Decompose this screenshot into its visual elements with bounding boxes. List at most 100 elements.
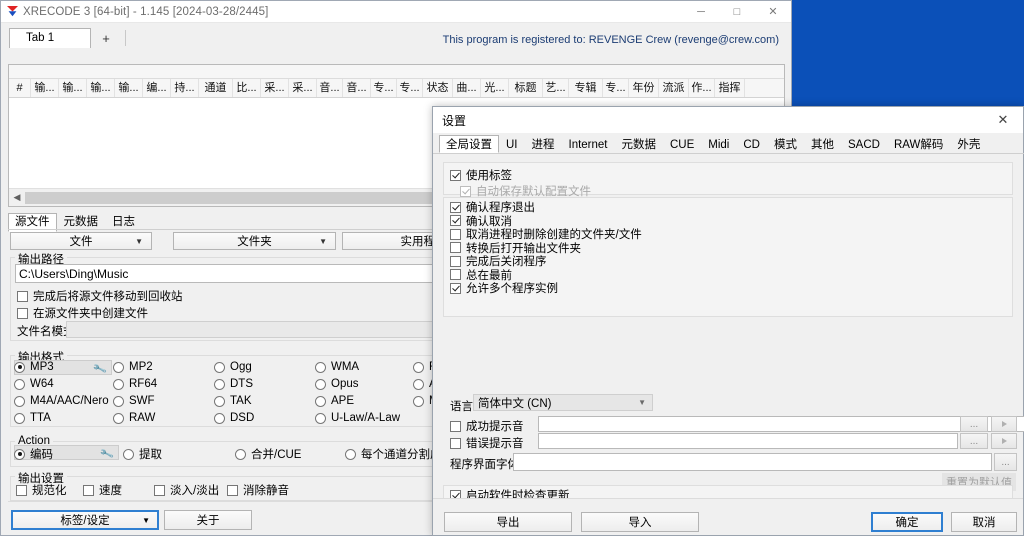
grid-column-header[interactable]: 采... (261, 79, 289, 97)
error-sound-play-button[interactable] (991, 433, 1017, 449)
grid-column-header[interactable]: 流派 (659, 79, 689, 97)
checkbox-outset-1[interactable]: 速度 (83, 482, 122, 498)
grid-column-header[interactable]: 输... (115, 79, 143, 97)
import-button[interactable]: 导入 (581, 512, 699, 532)
about-button[interactable]: 关于 (164, 510, 252, 530)
radio-format-ogg[interactable]: Ogg (214, 361, 252, 373)
checkbox-success-sound[interactable]: 成功提示音 (450, 418, 524, 434)
radio-format-dsd[interactable]: DSD (214, 412, 254, 424)
settings-tab-Internet[interactable]: Internet (562, 135, 615, 153)
grid-column-header[interactable]: 输... (87, 79, 115, 97)
grid-column-header[interactable]: # (9, 79, 31, 97)
settings-tab-RAW解码[interactable]: RAW解码 (887, 135, 950, 153)
language-select[interactable]: 简体中文 (CN) ▼ (473, 394, 653, 411)
close-button[interactable]: ✕ (755, 1, 791, 22)
source-button-1[interactable]: 文件夹▼ (173, 232, 336, 250)
source-button-0[interactable]: 文件▼ (10, 232, 152, 250)
checkbox-box (17, 291, 28, 302)
radio-format-rf64[interactable]: RF64 (113, 378, 157, 390)
success-sound-browse-button[interactable]: ... (960, 416, 988, 432)
grid-top-strip (9, 65, 784, 79)
grid-column-header[interactable]: 光... (481, 79, 509, 97)
wrench-icon[interactable]: 🔧 (99, 447, 114, 462)
add-tab-button[interactable]: + (91, 29, 121, 48)
tab-1[interactable]: Tab 1 (9, 28, 91, 48)
radio-format-opus[interactable]: Opus (315, 378, 359, 390)
grid-column-header[interactable]: 状态 (423, 79, 453, 97)
checkbox-error-sound[interactable]: 错误提示音 (450, 435, 524, 451)
radio-format-mp2[interactable]: MP2 (113, 361, 153, 373)
maximize-button[interactable]: □ (719, 1, 755, 22)
grid-column-header[interactable]: 通道 (199, 79, 233, 97)
tags-settings-button[interactable]: 标签/设定 ▼ (11, 510, 159, 530)
export-button[interactable]: 导出 (444, 512, 572, 532)
radio-format-raw[interactable]: RAW (113, 412, 155, 424)
grid-column-header[interactable]: 标题 (509, 79, 543, 97)
error-sound-input[interactable] (538, 433, 958, 449)
checkbox-box (450, 438, 461, 449)
grid-column-header[interactable]: 音... (317, 79, 343, 97)
grid-column-header[interactable]: 输... (31, 79, 59, 97)
checkbox-move-source-to-recycle[interactable]: 完成后将源文件移动到回收站 (17, 288, 183, 304)
checkbox-label: 速度 (99, 482, 122, 498)
settings-tab-外壳[interactable]: 外壳 (950, 135, 987, 153)
radio-format-tta[interactable]: TTA (14, 412, 51, 424)
grid-column-header[interactable]: 年份 (629, 79, 659, 97)
grid-column-header[interactable]: 专... (397, 79, 423, 97)
settings-tab-进程[interactable]: 进程 (525, 135, 562, 153)
settings-tab-模式[interactable]: 模式 (767, 135, 804, 153)
radio-action-0[interactable]: 编码 (14, 446, 53, 462)
checkbox-outset-0[interactable]: 规范化 (16, 482, 67, 498)
radio-format-swf[interactable]: SWF (113, 395, 155, 407)
grid-column-header[interactable]: 专... (371, 79, 397, 97)
error-sound-browse-button[interactable]: ... (960, 433, 988, 449)
radio-format-wma[interactable]: WMA (315, 361, 359, 373)
grid-column-header[interactable]: 比... (233, 79, 261, 97)
grid-column-header[interactable]: 作... (689, 79, 715, 97)
ui-font-browse-button[interactable]: ... (994, 453, 1017, 471)
checkbox-box (450, 283, 461, 294)
radio-format-m4a-aac-nero[interactable]: M4A/AAC/Nero (14, 395, 109, 407)
checkbox-outset-2[interactable]: 淡入/淡出 (154, 482, 219, 498)
grid-column-header[interactable]: 采... (289, 79, 317, 97)
radio-format-mp3[interactable]: MP3 (14, 361, 54, 373)
radio-format-ape[interactable]: APE (315, 395, 354, 407)
settings-tab-CUE[interactable]: CUE (663, 135, 701, 153)
grid-column-header[interactable]: 专辑 (569, 79, 603, 97)
grid-column-header[interactable]: 输... (59, 79, 87, 97)
ui-font-input[interactable] (513, 453, 992, 471)
grid-column-header[interactable]: 曲... (453, 79, 481, 97)
ok-button[interactable]: 确定 (871, 512, 943, 532)
settings-tab-CD[interactable]: CD (736, 135, 767, 153)
radio-label: W64 (30, 378, 54, 390)
wrench-icon[interactable]: 🔧 (92, 362, 107, 377)
radio-format-w64[interactable]: W64 (14, 378, 54, 390)
grid-column-header[interactable]: 持... (171, 79, 199, 97)
checkbox-behavior-6[interactable]: 允许多个程序实例 (450, 280, 558, 296)
checkbox-use-tags[interactable]: 使用标签 (450, 167, 512, 183)
grid-column-header[interactable]: 指挥 (715, 79, 745, 97)
grid-column-header[interactable]: 专... (603, 79, 629, 97)
success-sound-input[interactable] (538, 416, 1024, 432)
cancel-button[interactable]: 取消 (951, 512, 1017, 532)
radio-action-1[interactable]: 提取 (123, 446, 162, 462)
settings-tab-其他[interactable]: 其他 (804, 135, 841, 153)
checkbox-create-in-source-folder[interactable]: 在源文件夹中创建文件 (17, 305, 148, 321)
radio-format-u-law-a-law[interactable]: U-Law/A-Law (315, 412, 400, 424)
radio-format-dts[interactable]: DTS (214, 378, 253, 390)
grid-column-header[interactable]: 艺... (543, 79, 569, 97)
settings-close-button[interactable]: ✕ (983, 107, 1023, 133)
success-sound-play-button[interactable] (991, 416, 1017, 432)
settings-tab-Midi[interactable]: Midi (701, 135, 736, 153)
grid-column-header[interactable]: 音... (343, 79, 371, 97)
radio-action-2[interactable]: 合并/CUE (235, 446, 301, 462)
settings-tab-全局设置[interactable]: 全局设置 (439, 135, 499, 153)
checkbox-outset-3[interactable]: 消除静音 (227, 482, 289, 498)
settings-tab-SACD[interactable]: SACD (841, 135, 887, 153)
settings-tab-UI[interactable]: UI (499, 135, 525, 153)
scroll-left-icon[interactable]: ◀ (9, 192, 25, 203)
radio-format-tak[interactable]: TAK (214, 395, 252, 407)
settings-tab-元数据[interactable]: 元数据 (615, 135, 664, 153)
minimize-button[interactable]: ─ (683, 1, 719, 22)
grid-column-header[interactable]: 编... (143, 79, 171, 97)
